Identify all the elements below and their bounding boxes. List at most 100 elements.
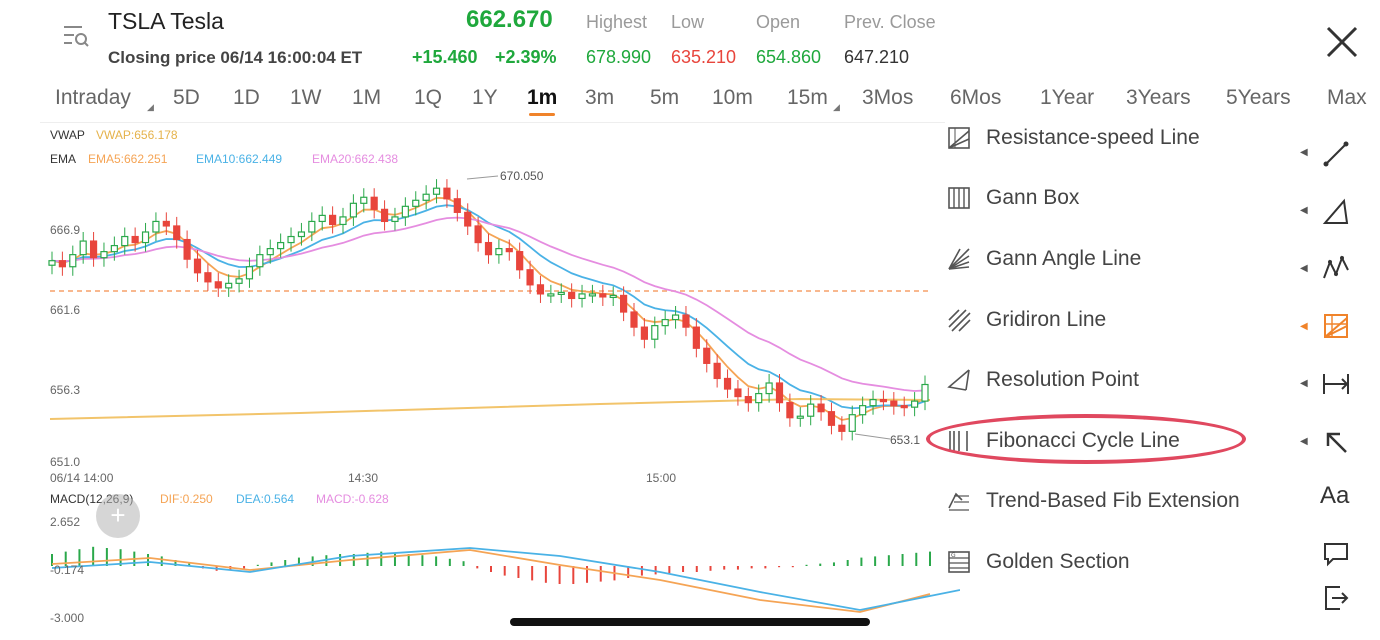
y-tick: 651.0 [50,455,81,469]
candle-body [755,392,763,404]
comment-tool-icon[interactable] [1320,538,1352,570]
candle-body [349,202,357,218]
exit-tool-icon[interactable] [1320,582,1352,614]
candle-body [713,362,721,380]
candle-body [775,382,784,404]
tab-max[interactable]: Max [1327,86,1367,110]
candle-body [162,220,170,227]
candle-body [474,225,482,244]
text-tool-icon[interactable]: Aa [1320,482,1349,510]
candle-body [817,403,825,413]
open-label: Open [756,12,801,32]
candle-body [671,314,680,321]
tab-3m[interactable]: 3m [585,86,614,110]
candle-body [536,284,545,295]
tab-1year[interactable]: 1Year [1040,86,1094,110]
expand-arrow-icon: ◀ [1300,321,1308,332]
tool-gann-angle-line[interactable]: Gann Angle Line [946,239,1286,279]
dif-legend: DIF:0.250 [160,492,213,506]
triangle-tool-icon[interactable] [1320,196,1352,228]
tab-1y[interactable]: 1Y [472,86,498,110]
candle-body [401,205,409,218]
arrow-tool-icon[interactable] [1320,426,1352,458]
tool-resistance-speed-line[interactable]: Resistance-speed Line [946,118,1286,158]
open-value: 654.860 [756,47,822,67]
tool-label: Golden Section [986,550,1130,573]
tool-label: Resistance-speed Line [986,126,1200,149]
svg-text:G: G [951,552,956,559]
measure-tool-icon[interactable] [1320,368,1352,400]
candle-body [879,399,888,403]
tab-6mos[interactable]: 6Mos [950,86,1001,110]
candle-body [360,196,368,204]
tool-golden-section[interactable]: G Golden Section [946,542,1286,582]
macd-chart[interactable] [0,510,960,622]
tool-gann-box[interactable]: Gann Box [946,178,1286,218]
dropdown-corner-icon: ◢ [833,102,840,112]
tool-label: Gann Box [986,186,1080,209]
pattern-tool-icon[interactable] [1320,252,1352,284]
candle-body [703,347,711,364]
candle-body [869,399,877,407]
candle-body [651,325,659,340]
tool-resolution-point[interactable]: Resolution Point [946,360,1286,400]
candle-body [432,187,441,195]
tab-15m[interactable]: 15m [787,86,828,110]
candle-body [921,383,929,402]
gridiron-icon [948,309,971,332]
candle-body [193,258,202,274]
tab-intraday[interactable]: Intraday [55,86,131,110]
tab-5years[interactable]: 5Years [1226,86,1291,110]
candle-body [141,231,150,244]
candle-body [838,424,846,432]
ema5-legend: EMA5:662.251 [88,152,168,166]
resolution-point-icon [947,369,970,391]
low-value: 635.210 [671,47,737,67]
tab-1d[interactable]: 1D [233,86,260,110]
candle-body [152,220,160,233]
candle-body [79,240,87,256]
candle-body [235,278,243,284]
candle-body [568,291,576,300]
gann-box-icon [948,187,970,209]
candle-body [308,220,316,233]
tab-3years[interactable]: 3Years [1126,86,1191,110]
tool-trend-based-fib-extension[interactable]: Trend-Based Fib Extension [946,481,1286,521]
low-price-marker: 653.1 [890,433,921,447]
fib-grid-tool-icon[interactable] [1320,310,1352,342]
candle-body [890,400,898,407]
candle-body [620,294,628,313]
candle-body [723,377,732,390]
candle-body [640,326,648,340]
candle-body [256,254,264,268]
candle-body [183,238,191,260]
candle-body [807,403,815,417]
tab-1w[interactable]: 1W [290,86,322,110]
tool-gridiron-line[interactable]: Gridiron Line [946,300,1286,340]
tab-5d[interactable]: 5D [173,86,200,110]
highlight-annotation-oval [926,414,1246,464]
tab-1q[interactable]: 1Q [414,86,442,110]
tab-1m[interactable]: 1m [527,86,557,110]
tab-1m[interactable]: 1M [352,86,381,110]
close-icon[interactable] [1320,22,1364,62]
tab-5m[interactable]: 5m [650,86,679,110]
home-indicator [510,618,870,626]
macd-value-legend: MACD:-0.628 [316,492,389,506]
menu-search-icon[interactable] [62,22,90,50]
last-price: 662.670 [466,6,553,33]
macd-y-tick: -0.174 [50,563,85,577]
selected-tab-underline [529,113,555,116]
line-tool-icon[interactable] [1320,138,1352,170]
candle-body [661,318,669,327]
candle-body [48,260,56,266]
candle-body [526,269,534,286]
ema10-legend: EMA10:662.449 [196,152,283,166]
add-indicator-button[interactable]: + [96,494,140,538]
candle-body [557,291,565,295]
candlestick-chart[interactable] [0,122,940,492]
candle-body [173,225,181,241]
tab-10m[interactable]: 10m [712,86,753,110]
candle-body [547,293,555,297]
tab-3mos[interactable]: 3Mos [862,86,913,110]
